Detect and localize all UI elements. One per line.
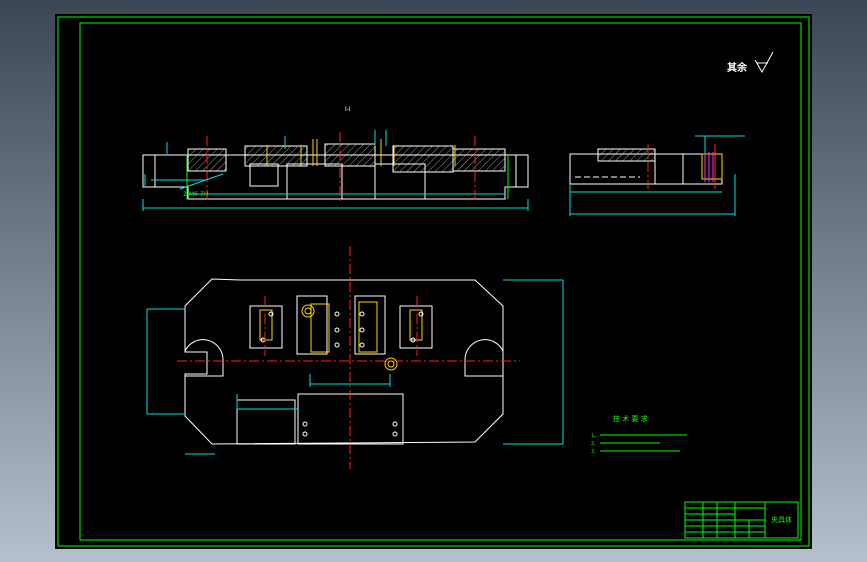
plan-view xyxy=(146,246,564,469)
tech-note-1: 1. xyxy=(591,433,596,439)
tech-note-3: 3. xyxy=(591,449,596,455)
section-view: 2-M6-7H xyxy=(142,130,529,211)
tech-requirements-title: 技 术 要 求 xyxy=(613,414,648,423)
drawing-canvas: 其余 I-I 2-M6-7H 技 术 要 求 1. 2. 3. 夹具体 xyxy=(57,16,810,547)
inner-frame xyxy=(79,22,802,541)
roughness-symbol-icon xyxy=(754,51,774,74)
hole-callout-label: 2-M6-7H xyxy=(183,191,208,198)
side-view xyxy=(569,135,745,216)
section-label: I-I xyxy=(345,106,351,113)
title-block: 夹具体 xyxy=(684,501,799,539)
tech-note-2: 2. xyxy=(591,441,596,447)
cad-viewport[interactable]: 其余 I-I 2-M6-7H 技 术 要 求 1. 2. 3. 夹具体 xyxy=(55,14,812,549)
outer-frame xyxy=(57,16,810,547)
surface-finish-label: 其余 xyxy=(727,61,748,74)
part-name: 夹具体 xyxy=(771,515,792,524)
